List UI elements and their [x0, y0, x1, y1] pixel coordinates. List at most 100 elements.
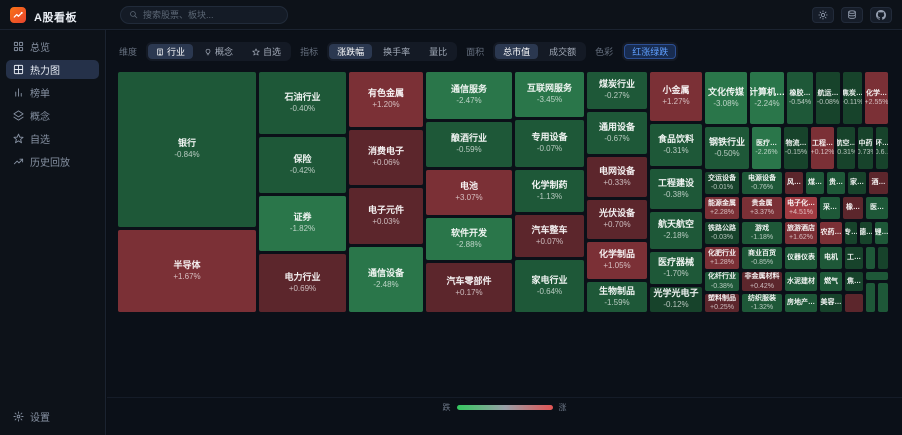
filter-option[interactable]: 换手率	[375, 44, 418, 59]
treemap-cell[interactable]: 橡胶… -0.54%	[787, 72, 813, 124]
treemap-cell[interactable]: 软件开发 -2.88%	[426, 218, 512, 260]
treemap-cell[interactable]: 石油行业 -0.40%	[259, 72, 346, 134]
filter-option[interactable]: 概念	[196, 44, 241, 59]
treemap-cell[interactable]: 电池 +3.07%	[426, 170, 512, 215]
treemap-cell[interactable]: 小金属 +1.27%	[650, 72, 702, 121]
treemap-cell[interactable]: 水泥建材	[785, 272, 817, 291]
treemap-cell[interactable]: 交运设备 -0.01%	[705, 172, 739, 194]
treemap-cell[interactable]: 计算机… -2.24%	[750, 72, 784, 124]
github-button[interactable]	[870, 7, 892, 23]
treemap-cell[interactable]: 化学制药 -1.13%	[515, 170, 584, 212]
treemap-cell[interactable]: 电子元件 +0.03%	[349, 188, 423, 244]
treemap-cell[interactable]: 通信设备 -2.48%	[349, 247, 423, 312]
search-box[interactable]	[120, 6, 288, 24]
filter-option[interactable]: 量比	[421, 44, 455, 59]
treemap-cell[interactable]: 家电行业 -0.64%	[515, 260, 584, 312]
treemap-cell[interactable]: 能源金属 +2.28%	[705, 197, 739, 219]
treemap-cell[interactable]: 汽车零部件 +0.17%	[426, 263, 512, 312]
treemap-cell[interactable]: 物流… -0.15%	[784, 127, 808, 169]
treemap-cell[interactable]: 锂…	[875, 222, 888, 244]
treemap-cell[interactable]: 房地产…	[785, 294, 817, 312]
sidebar-item-replay[interactable]: 历史回放	[6, 152, 99, 171]
treemap-cell[interactable]: 化肥行业 +1.28%	[705, 247, 739, 269]
treemap-cell[interactable]: 橡…	[843, 197, 863, 219]
treemap-cell[interactable]: 贵…	[827, 172, 845, 194]
treemap-cell[interactable]: 贵金属 +3.37%	[742, 197, 782, 219]
data-source-button[interactable]	[841, 7, 863, 23]
treemap-cell[interactable]: 商业百货 -0.85%	[742, 247, 782, 269]
treemap-cell[interactable]: 证券 -1.82%	[259, 196, 346, 251]
treemap-cell[interactable]: 通信服务 -2.47%	[426, 72, 512, 119]
treemap-cell[interactable]: 燃气	[820, 272, 842, 291]
treemap-cell[interactable]: 中药 -0.73%	[858, 127, 873, 169]
treemap-cell[interactable]: 游戏 -1.18%	[742, 222, 782, 244]
treemap-cell[interactable]: 非金属材料 +0.42%	[742, 272, 782, 291]
treemap-cell[interactable]: 德…	[860, 222, 872, 244]
treemap-cell[interactable]: 风…	[785, 172, 803, 194]
treemap-cell[interactable]: 医疗… -2.26%	[752, 127, 781, 169]
treemap-cell[interactable]: 医…	[866, 197, 888, 219]
sidebar-item-watchlist[interactable]: 自选	[6, 129, 99, 148]
treemap-cell[interactable]: 旅游酒店 +1.62%	[785, 222, 817, 244]
treemap-cell[interactable]: 通用设备 -0.67%	[587, 112, 647, 154]
treemap-cell[interactable]	[878, 247, 888, 269]
filter-option[interactable]: 涨跌幅	[329, 44, 373, 59]
treemap-cell[interactable]: 化纤行业 -0.38%	[705, 272, 739, 291]
treemap-cell[interactable]: 汽车整车 +0.07%	[515, 215, 584, 257]
treemap-cell[interactable]: 电力行业 +0.69%	[259, 254, 346, 312]
sidebar-item-rank[interactable]: 榜单	[6, 83, 99, 102]
treemap-cell[interactable]: 酒…	[869, 172, 888, 194]
treemap-cell[interactable]: 家…	[848, 172, 866, 194]
treemap-cell[interactable]: 电子化… +4.51%	[785, 197, 817, 219]
treemap-cell[interactable]: 航运… -0.08%	[816, 72, 840, 124]
treemap-cell[interactable]: 美容…	[820, 294, 842, 312]
treemap-cell[interactable]: 银行 -0.84%	[118, 72, 256, 227]
treemap-cell[interactable]: 铁路公路 -0.03%	[705, 222, 739, 244]
treemap-cell[interactable]: 工…	[845, 247, 863, 269]
sidebar-item-heatmap[interactable]: 热力图	[6, 60, 99, 79]
treemap-cell[interactable]: 农药…	[820, 222, 842, 244]
search-input[interactable]	[143, 10, 279, 20]
treemap-cell[interactable]: 光伏设备 +0.70%	[587, 200, 647, 239]
treemap-cell[interactable]: 钢铁行业 -0.50%	[705, 127, 749, 169]
treemap-cell[interactable]: 光学光电子 -0.12%	[650, 287, 702, 312]
treemap-cell[interactable]: 焦…	[845, 272, 863, 291]
sidebar-item-overview[interactable]: 总览	[6, 37, 99, 56]
treemap-cell[interactable]: 专…	[845, 222, 857, 244]
theme-button[interactable]	[812, 7, 834, 23]
treemap-cell[interactable]: 航空… -0.31%	[837, 127, 855, 169]
treemap-cell[interactable]: 生物制品 -1.59%	[587, 282, 647, 312]
treemap-cell[interactable]: 医疗器械 -1.70%	[650, 252, 702, 284]
treemap-cell[interactable]: 化学制品 +1.05%	[587, 242, 647, 279]
treemap-cell[interactable]: 工程… +0.12%	[811, 127, 834, 169]
treemap-cell[interactable]: 仪器仪表	[785, 247, 817, 269]
treemap-cell[interactable]: 塑料制品 +0.25%	[705, 294, 739, 312]
treemap-cell[interactable]: 焦炭… -0.11%	[843, 72, 862, 124]
filter-option[interactable]: 总市值	[495, 44, 539, 59]
filter-option[interactable]: 红涨绿跌	[624, 44, 677, 59]
treemap-cell[interactable]	[845, 294, 863, 312]
treemap-cell[interactable]: 互联网服务 -3.45%	[515, 72, 584, 117]
treemap-cell[interactable]: 食品饮料 -0.31%	[650, 124, 702, 166]
treemap-cell[interactable]: 纺织服装 -1.32%	[742, 294, 782, 312]
treemap-cell[interactable]: 工程建设 -0.38%	[650, 169, 702, 209]
treemap-cell[interactable]: 电机	[820, 247, 842, 269]
treemap-cell[interactable]: 半导体 +1.67%	[118, 230, 256, 312]
filter-option[interactable]: 行业	[148, 44, 194, 59]
treemap-cell[interactable]: 有色金属 +1.20%	[349, 72, 423, 127]
treemap-cell[interactable]: 煤炭行业 -0.27%	[587, 72, 647, 109]
treemap-cell[interactable]: 环… -0.6…	[876, 127, 888, 169]
sidebar-item-settings[interactable]: 设置	[6, 407, 99, 426]
treemap-cell[interactable]: 电网设备 +0.33%	[587, 157, 647, 197]
treemap-cell[interactable]: 消费电子 +0.06%	[349, 130, 423, 185]
treemap-cell[interactable]	[866, 247, 875, 269]
treemap-cell[interactable]: 煤…	[806, 172, 824, 194]
treemap-cell[interactable]: 电源设备 -0.76%	[742, 172, 782, 194]
treemap-cell[interactable]: 酿酒行业 -0.59%	[426, 122, 512, 167]
treemap-cell[interactable]	[878, 283, 888, 312]
treemap-cell[interactable]	[866, 272, 888, 280]
treemap-cell[interactable]: 专用设备 -0.07%	[515, 120, 584, 167]
sidebar-item-concept[interactable]: 概念	[6, 106, 99, 125]
treemap-cell[interactable]: 航天航空 -2.18%	[650, 212, 702, 249]
treemap-cell[interactable]: 采…	[820, 197, 840, 219]
